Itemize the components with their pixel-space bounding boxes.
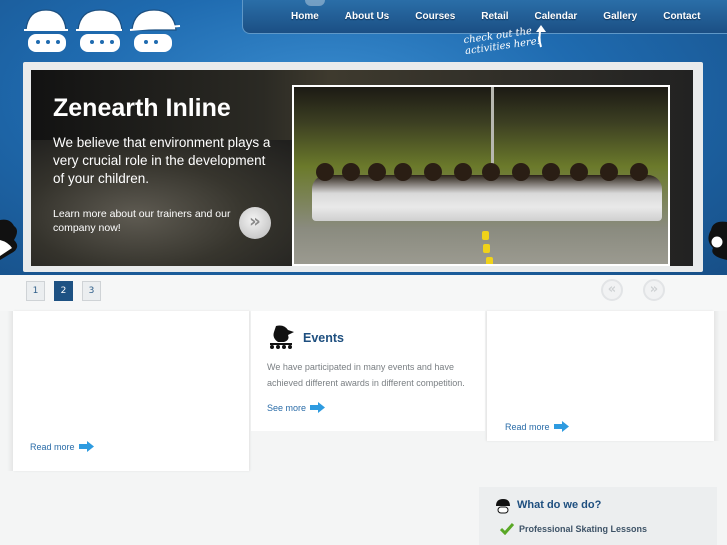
splash-decoration bbox=[708, 221, 727, 260]
arrow-right-icon bbox=[553, 421, 569, 432]
service-item[interactable]: Professional Skating Lessons bbox=[519, 524, 647, 534]
photo-cone bbox=[486, 257, 493, 264]
page-button-1[interactable]: 1 bbox=[26, 281, 45, 301]
photo-person bbox=[342, 163, 360, 181]
photo-person bbox=[482, 163, 500, 181]
page-button-2[interactable]: 2 bbox=[54, 281, 73, 301]
slide-title: Zenearth Inline bbox=[53, 94, 231, 122]
nav-contact[interactable]: Contact bbox=[663, 11, 700, 22]
what-we-do-box bbox=[479, 487, 717, 545]
photo-person bbox=[394, 163, 412, 181]
nav-courses[interactable]: Courses bbox=[415, 11, 455, 22]
photo-person bbox=[512, 163, 530, 181]
photo-person bbox=[454, 163, 472, 181]
nav-calendar[interactable]: Calendar bbox=[535, 11, 578, 22]
see-more-label: See more bbox=[267, 402, 307, 413]
photo-person bbox=[316, 163, 334, 181]
photo-person bbox=[570, 163, 588, 181]
arrow-right-icon bbox=[78, 441, 94, 452]
arrow-up-icon bbox=[536, 25, 546, 48]
splash-decoration bbox=[0, 219, 18, 260]
read-more-label: Read more bbox=[30, 441, 75, 452]
read-more-label: Read more bbox=[505, 421, 550, 432]
nav-retail[interactable]: Retail bbox=[481, 11, 508, 22]
arrow-right-icon bbox=[310, 402, 326, 413]
left-read-more-link[interactable]: Read more bbox=[30, 441, 94, 452]
slide-photo bbox=[292, 85, 670, 266]
slide-more-button[interactable]: » bbox=[239, 207, 271, 239]
page-button-3[interactable]: 3 bbox=[82, 281, 101, 301]
skater-icon bbox=[270, 325, 294, 349]
photo-group bbox=[312, 175, 662, 221]
nav-active-indicator bbox=[305, 0, 325, 6]
right-read-more-link[interactable]: Read more bbox=[505, 421, 569, 432]
photo-cone bbox=[483, 244, 490, 253]
photo-person bbox=[424, 163, 442, 181]
photo-person bbox=[600, 163, 618, 181]
next-slide-button[interactable]: » bbox=[643, 279, 665, 301]
events-see-more-link[interactable]: See more bbox=[267, 402, 326, 413]
photo-person bbox=[630, 163, 648, 181]
helmet-icon bbox=[496, 499, 510, 514]
events-description: We have participated in many events and … bbox=[267, 362, 465, 388]
nav-home[interactable]: Home bbox=[291, 11, 319, 22]
nav-gallery[interactable]: Gallery bbox=[603, 11, 637, 22]
helmet-logo[interactable] bbox=[22, 4, 182, 56]
check-icon bbox=[500, 523, 514, 535]
photo-pole bbox=[491, 87, 494, 167]
photo-person bbox=[542, 163, 560, 181]
prev-slide-button[interactable]: « bbox=[601, 279, 623, 301]
slide-description: We believe that environment plays a very… bbox=[53, 135, 271, 186]
events-title: Events bbox=[303, 331, 344, 345]
slide-link[interactable]: Learn more about our trainers and our co… bbox=[53, 207, 233, 235]
photo-person bbox=[368, 163, 386, 181]
page: Home About Us Courses Retail Calendar Ga… bbox=[0, 0, 727, 545]
nav-about-us[interactable]: About Us bbox=[345, 11, 389, 22]
photo-cone bbox=[482, 231, 489, 240]
column-shadow bbox=[714, 311, 720, 441]
what-we-do-title: What do we do? bbox=[517, 499, 602, 511]
